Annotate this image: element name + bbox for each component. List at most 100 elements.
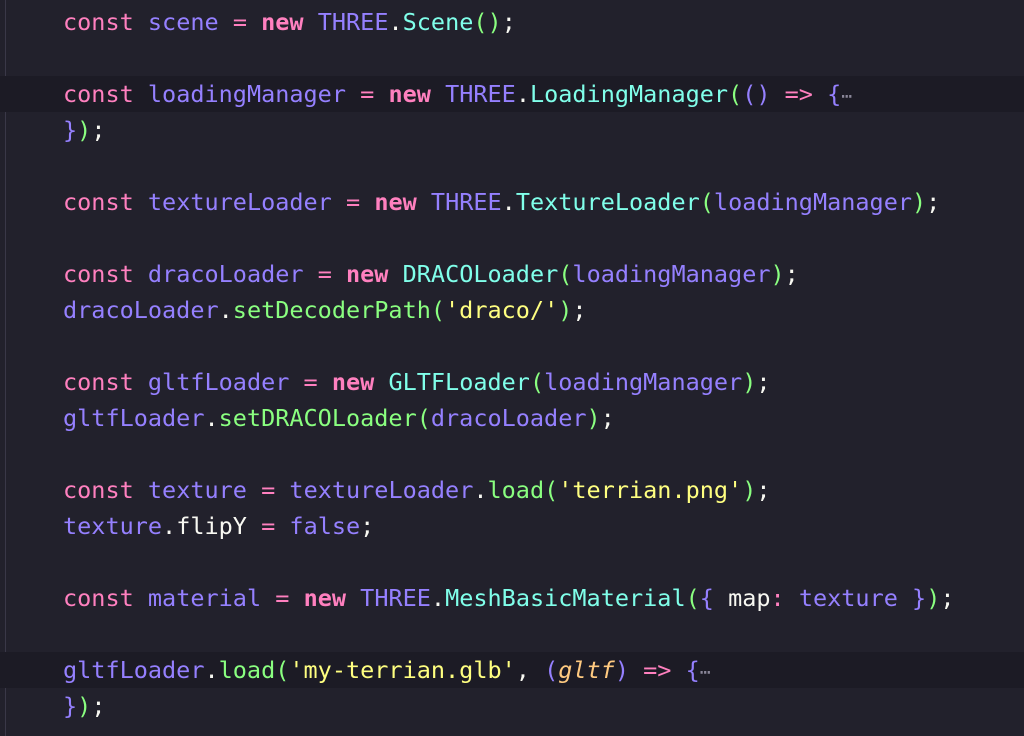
code-token: texture <box>147 476 247 504</box>
code-token: } <box>63 116 78 144</box>
code-line-text: const dracoLoader = new DRACOLoader(load… <box>63 256 799 292</box>
code-token: () <box>742 80 771 108</box>
code-token: ) <box>586 404 601 432</box>
code-line[interactable]: const textureLoader = new THREE.TextureL… <box>0 184 1024 220</box>
code-token: false <box>289 512 361 540</box>
code-token: . <box>501 188 516 216</box>
code-line[interactable] <box>0 148 1024 184</box>
code-token: loadingManager <box>713 188 912 216</box>
code-line[interactable]: texture.flipY = false; <box>0 508 1024 544</box>
code-token: new <box>346 260 389 288</box>
code-token: , <box>515 656 530 684</box>
code-token: = <box>275 584 290 612</box>
code-token: gltfLoader <box>63 656 205 684</box>
code-token: texture <box>798 584 898 612</box>
code-token: ) <box>614 656 629 684</box>
code-token: ) <box>77 116 92 144</box>
fold-ellipsis-icon[interactable]: ⋯ <box>700 662 711 683</box>
code-token: MeshBasicMaterial <box>445 584 686 612</box>
code-token: const <box>63 188 134 216</box>
code-token: dracoLoader <box>430 404 587 432</box>
code-line[interactable]: const dracoLoader = new DRACOLoader(load… <box>0 256 1024 292</box>
code-token: ; <box>756 476 771 504</box>
code-line[interactable]: const texture = textureLoader.load('terr… <box>0 472 1024 508</box>
code-line[interactable]: }); <box>0 112 1024 148</box>
code-editor[interactable]: const scene = new THREE.Scene(); const lo… <box>0 0 1024 736</box>
code-token: THREE <box>317 8 389 36</box>
code-line[interactable] <box>0 220 1024 256</box>
code-token: = <box>303 368 318 396</box>
code-line[interactable] <box>0 544 1024 580</box>
code-token: setDecoderPath <box>232 296 431 324</box>
code-line[interactable] <box>0 616 1024 652</box>
code-line[interactable] <box>0 40 1024 76</box>
code-token: ( <box>430 296 446 324</box>
code-line[interactable]: const loadingManager = new THREE.Loading… <box>0 76 1024 112</box>
code-token: texture <box>63 512 163 540</box>
code-token: const <box>63 80 134 108</box>
code-token: . <box>162 512 177 540</box>
code-line[interactable]: dracoLoader.setDecoderPath('draco/'); <box>0 292 1024 328</box>
code-token: ( <box>558 260 573 288</box>
code-token: const <box>63 476 134 504</box>
code-token: = <box>261 476 276 504</box>
code-token: ; <box>91 116 106 144</box>
code-token: ( <box>728 80 743 108</box>
code-token: : <box>770 584 785 612</box>
code-token: textureLoader <box>147 188 332 216</box>
code-token: map <box>728 584 771 612</box>
code-token: const <box>63 8 134 36</box>
code-token: material <box>147 584 262 612</box>
code-token: const <box>63 260 134 288</box>
code-token: THREE <box>430 188 502 216</box>
code-token: ) <box>558 296 573 324</box>
code-token: scene <box>147 8 219 36</box>
code-token: ( <box>544 476 559 504</box>
code-line[interactable] <box>0 328 1024 364</box>
code-line-text: gltfLoader.load('my-terrian.glb', (gltf)… <box>63 652 711 691</box>
code-line[interactable]: }); <box>0 688 1024 724</box>
code-line-text: const scene = new THREE.Scene(); <box>63 4 516 40</box>
code-line[interactable]: const material = new THREE.MeshBasicMate… <box>0 580 1024 616</box>
code-line[interactable]: const scene = new THREE.Scene(); <box>0 4 1024 40</box>
code-token: const <box>63 584 134 612</box>
code-token: 'draco/' <box>445 296 559 324</box>
code-token: . <box>388 8 403 36</box>
code-token: new <box>374 188 417 216</box>
code-line[interactable]: gltfLoader.load('my-terrian.glb', (gltf)… <box>0 652 1024 688</box>
code-token: load <box>218 656 276 684</box>
code-token: GLTFLoader <box>388 368 530 396</box>
code-token: new <box>261 8 304 36</box>
code-token: ; <box>784 260 799 288</box>
code-token: ) <box>742 476 757 504</box>
code-token: => <box>784 80 813 108</box>
fold-ellipsis-icon[interactable]: ⋯ <box>841 86 852 107</box>
code-token: ; <box>600 404 615 432</box>
code-token: ) <box>77 692 92 720</box>
code-line[interactable] <box>0 436 1024 472</box>
code-line[interactable]: gltfLoader.setDRACOLoader(dracoLoader); <box>0 400 1024 436</box>
code-token: gltfLoader <box>63 404 205 432</box>
code-token: ( <box>544 656 559 684</box>
code-token: flipY <box>176 512 247 540</box>
code-token: THREE <box>360 584 431 612</box>
code-token: = <box>360 80 375 108</box>
code-line-text: dracoLoader.setDecoderPath('draco/'); <box>63 292 587 328</box>
code-line-text: }); <box>63 688 105 724</box>
code-token: = <box>232 8 247 36</box>
code-token: ; <box>360 512 375 540</box>
code-token: Scene <box>402 8 474 36</box>
code-line[interactable]: const gltfLoader = new GLTFLoader(loadin… <box>0 364 1024 400</box>
